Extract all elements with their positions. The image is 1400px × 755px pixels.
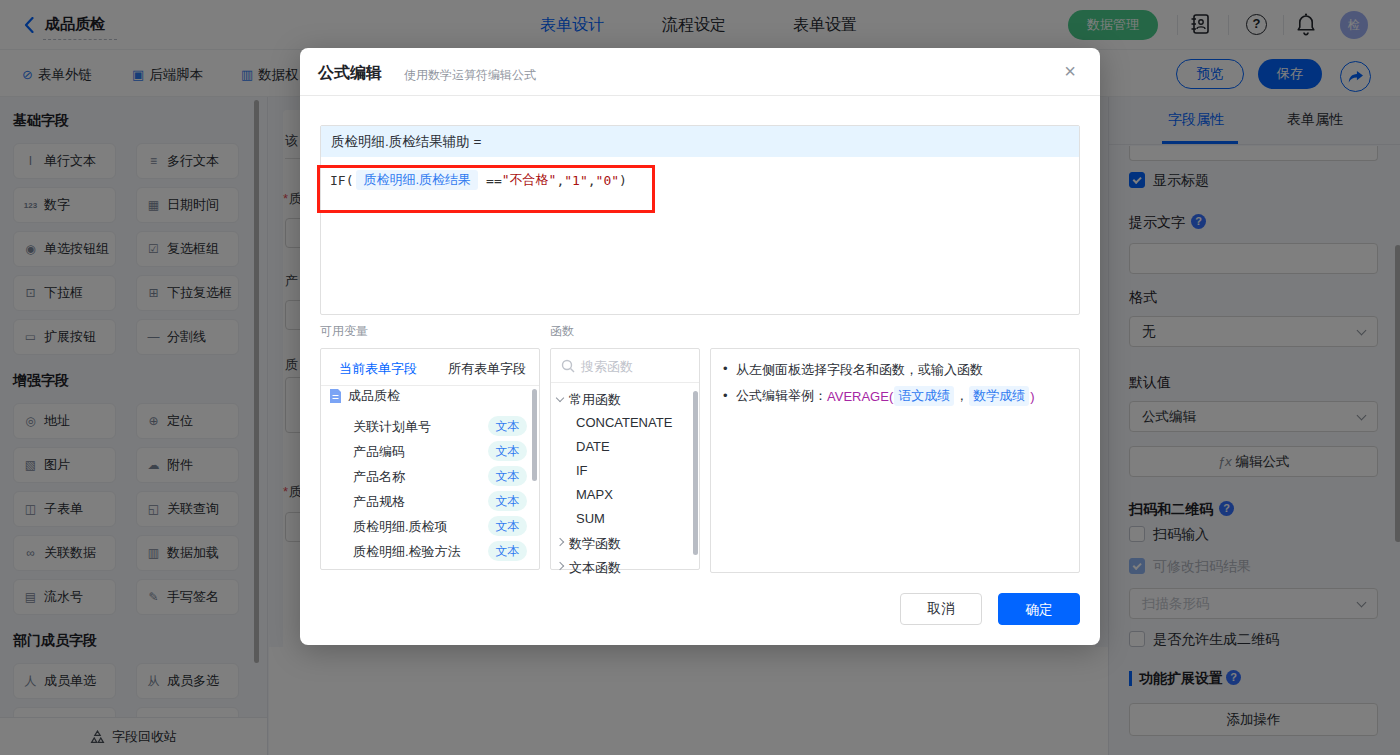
field-type-chip: 文本	[488, 541, 527, 561]
variable-field[interactable]: 产品规格	[353, 493, 405, 511]
functions-box: 搜索函数 常用函数 CONCATENATE DATE IF MAPX SUM 数…	[550, 348, 700, 570]
variables-tabs-divider	[321, 385, 539, 386]
variable-field[interactable]: 产品编码	[353, 443, 405, 461]
field-type-chip: 文本	[488, 441, 527, 461]
modal-title: 公式编辑	[318, 63, 382, 84]
function-item[interactable]: SUM	[576, 511, 605, 526]
chevron-right-icon	[556, 562, 564, 570]
formula-target-bar: 质检明细.质检结果辅助 =	[321, 126, 1079, 157]
functions-label: 函数	[550, 323, 574, 340]
formula-editor: 质检明细.质检结果辅助 = IF( 质检明细.质检结果 =="不合格","1",…	[320, 125, 1080, 315]
tab-current-form-fields[interactable]: 当前表单字段	[339, 360, 417, 378]
app: 成品质检 表单设计 流程设定 表单设置 数据管理 ? 检 ⊘表单外链 ▣后端脚本…	[0, 0, 1400, 755]
variable-field[interactable]: 产品名称	[353, 468, 405, 486]
function-item[interactable]: CONCATENATE	[576, 415, 672, 430]
form-doc-icon	[329, 389, 342, 403]
help-tip-1: 从左侧面板选择字段名和函数，或输入函数	[736, 361, 983, 379]
function-group-text[interactable]: 文本函数	[569, 559, 621, 577]
formula-edit-modal: 公式编辑 使用数学运算符编辑公式 × 质检明细.质检结果辅助 = IF( 质检明…	[300, 48, 1100, 645]
chevron-down-icon	[556, 394, 564, 402]
field-type-chip: 文本	[488, 466, 527, 486]
bullet-dot: •	[723, 361, 728, 376]
tab-all-form-fields[interactable]: 所有表单字段	[448, 360, 526, 378]
variable-field[interactable]: 质检明细.质检项	[353, 518, 448, 536]
bullet-dot: •	[723, 388, 728, 403]
function-search-input[interactable]: 搜索函数	[551, 349, 699, 383]
field-type-chip: 文本	[488, 416, 527, 436]
annotation-red-box	[317, 165, 655, 213]
chevron-right-icon	[556, 538, 564, 546]
function-item[interactable]: IF	[576, 463, 588, 478]
function-item[interactable]: MAPX	[576, 487, 613, 502]
search-placeholder: 搜索函数	[581, 358, 633, 376]
variables-box: 当前表单字段 所有表单字段 成品质检 关联计划单号 文本 产品编码 文本 产品名…	[320, 348, 540, 570]
function-item[interactable]: DATE	[576, 439, 610, 454]
formula-help-box: • 从左侧面板选择字段名和函数，或输入函数 • 公式编辑举例：AVERAGE(语…	[710, 348, 1080, 573]
cancel-button[interactable]: 取消	[900, 593, 982, 625]
modal-header-divider	[300, 95, 1100, 96]
help-tip-2: 公式编辑举例：AVERAGE(语文成绩，数学成绩)	[736, 386, 1035, 406]
field-type-chip: 文本	[488, 516, 527, 536]
functions-scrollbar[interactable]	[693, 391, 698, 555]
field-type-chip: 文本	[488, 491, 527, 511]
search-icon	[561, 359, 575, 373]
tree-root-form[interactable]: 成品质检	[329, 387, 400, 405]
variable-field[interactable]: 关联计划单号	[353, 418, 431, 436]
variables-scrollbar[interactable]	[532, 389, 537, 481]
function-group-common[interactable]: 常用函数	[569, 391, 621, 409]
close-icon[interactable]: ×	[1064, 60, 1076, 83]
confirm-button[interactable]: 确定	[998, 593, 1080, 625]
variable-field[interactable]: 质检明细.检验方法	[353, 543, 461, 561]
variables-label: 可用变量	[320, 323, 368, 340]
function-group-math[interactable]: 数学函数	[569, 535, 621, 553]
modal-subtitle: 使用数学运算符编辑公式	[404, 67, 536, 84]
